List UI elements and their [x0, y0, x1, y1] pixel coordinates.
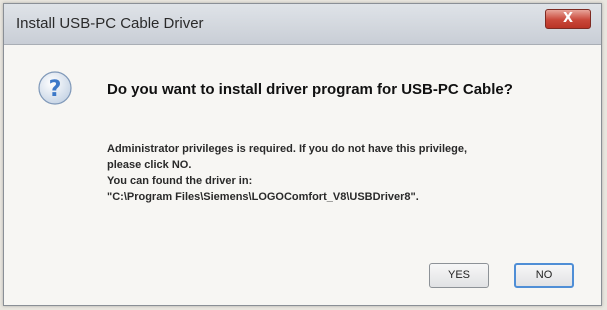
message-line: You can found the driver in:: [107, 175, 253, 187]
driver-path-line: "C:\Program Files\Siemens\LOGOComfort_V8…: [107, 191, 419, 203]
svg-text:?: ?: [49, 77, 62, 102]
dialog-question: Do you want to install driver program fo…: [107, 81, 513, 98]
dialog-content: ? Do you want to install driver program …: [4, 45, 601, 305]
window-title: Install USB-PC Cable Driver: [16, 15, 204, 32]
dialog-message: Administrator privileges is required. If…: [107, 141, 587, 205]
question-icon: ?: [38, 71, 72, 105]
title-bar[interactable]: Install USB-PC Cable Driver X: [4, 4, 601, 45]
no-button[interactable]: NO: [514, 263, 574, 288]
message-line: Administrator privileges is required. If…: [107, 143, 468, 155]
close-button[interactable]: X: [545, 9, 591, 29]
close-icon: X: [562, 11, 574, 26]
yes-button[interactable]: YES: [429, 263, 489, 288]
dialog-window: Install USB-PC Cable Driver X ? Do you w…: [3, 3, 602, 306]
message-line: please click NO.: [107, 159, 192, 171]
